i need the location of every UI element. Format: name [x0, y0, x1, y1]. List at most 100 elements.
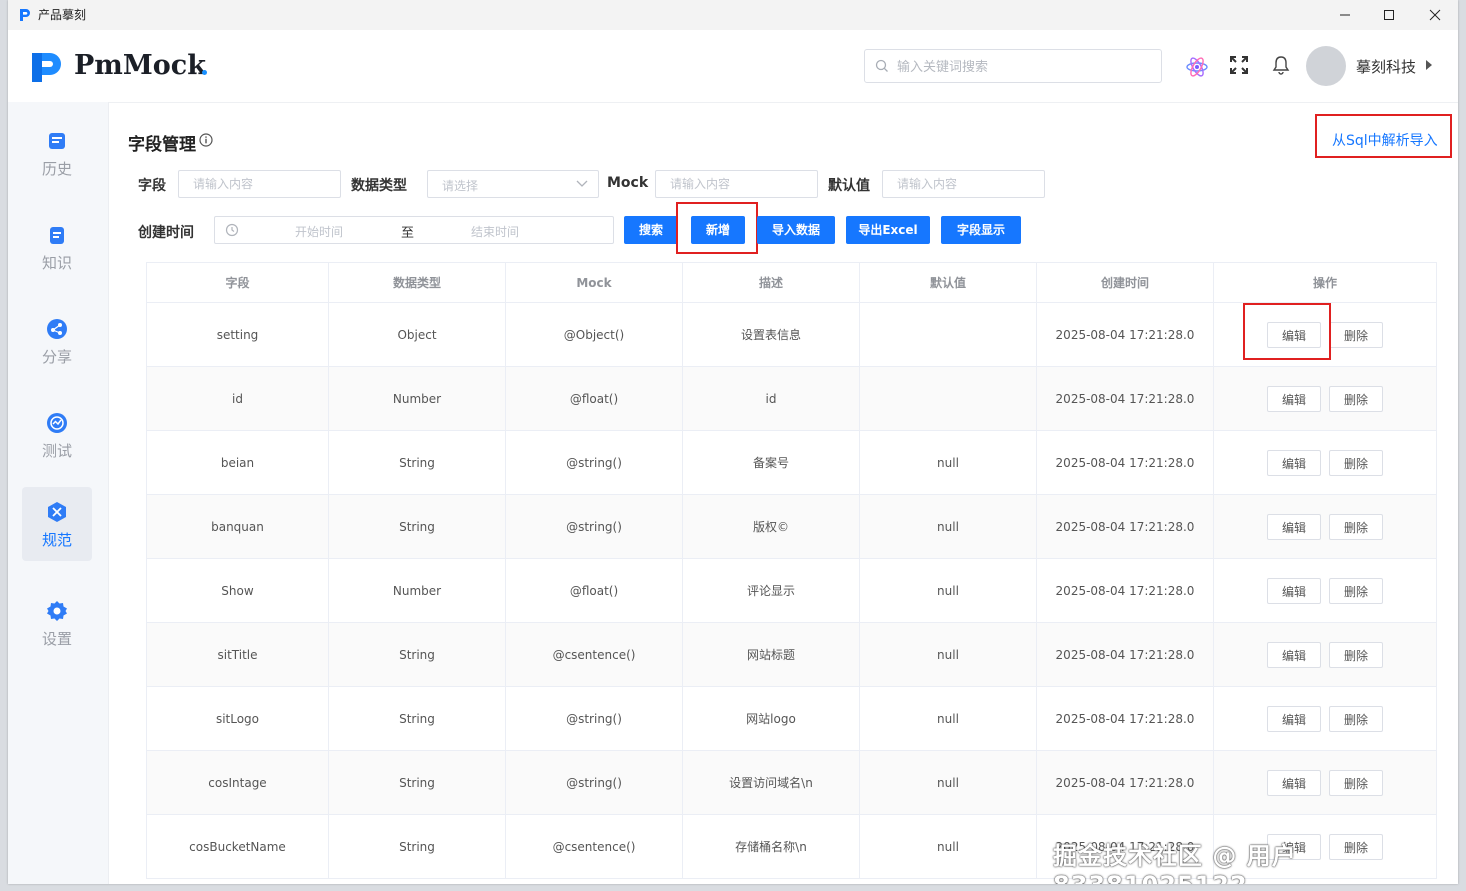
cell-mock: @string()	[505, 430, 683, 495]
edit-button[interactable]: 编辑	[1267, 769, 1321, 796]
search-button[interactable]: 搜索	[624, 216, 678, 244]
brand-logo-icon	[32, 53, 61, 82]
search-input[interactable]	[895, 50, 1159, 84]
cell-mock: @csentence()	[505, 814, 683, 879]
table-row: id Number @float() id 2025-08-04 17:21:28.0 编…	[146, 366, 1437, 431]
maximize-icon	[1384, 10, 1394, 20]
default-filter-input[interactable]	[882, 170, 1045, 198]
edit-button[interactable]: 编辑	[1267, 449, 1321, 476]
fullscreen-icon[interactable]	[1229, 55, 1249, 75]
edit-button[interactable]: 编辑	[1267, 321, 1321, 348]
sidebar-item-spec[interactable]: 规范	[22, 487, 92, 561]
cell-created: 2025-08-04 17:21:28.0	[1036, 622, 1214, 687]
delete-button[interactable]: 删除	[1329, 449, 1383, 476]
edit-button[interactable]: 编辑	[1267, 833, 1321, 860]
cell-type: String	[328, 494, 506, 559]
global-search[interactable]	[864, 49, 1162, 84]
cell-actions: 编辑 删除	[1213, 622, 1437, 687]
edit-button[interactable]: 编辑	[1267, 577, 1321, 604]
minimize-button[interactable]	[1322, 0, 1368, 30]
close-button[interactable]	[1412, 0, 1458, 30]
delete-button[interactable]: 删除	[1329, 641, 1383, 668]
cell-actions: 编辑 删除	[1213, 302, 1437, 367]
delete-button[interactable]: 删除	[1329, 321, 1383, 348]
mock-filter-input[interactable]	[655, 170, 818, 198]
sidebar-item-knowledge[interactable]: 知识	[22, 210, 92, 284]
history-icon	[49, 133, 65, 149]
edit-button[interactable]: 编辑	[1267, 513, 1321, 540]
delete-button[interactable]: 删除	[1329, 513, 1383, 540]
import-data-button[interactable]: 导入数据	[757, 216, 835, 244]
cell-actions: 编辑 删除	[1213, 494, 1437, 559]
cell-actions: 编辑 删除	[1213, 814, 1437, 879]
import-from-sql-link[interactable]: 从Sql中解析导入	[1332, 130, 1438, 150]
cell-default: null	[859, 814, 1037, 879]
cell-mock: @string()	[505, 494, 683, 559]
edit-button[interactable]: 编辑	[1267, 641, 1321, 668]
app-window: 产品摹刻 PmMock 输入关键词搜索 摹刻科技 历史 知识 分享 测试 规范 …	[8, 0, 1458, 884]
delete-button[interactable]: 删除	[1329, 577, 1383, 604]
column-header-field: 字段	[146, 262, 329, 303]
maximize-button[interactable]	[1366, 0, 1412, 30]
field-filter-input[interactable]	[178, 170, 341, 198]
sidebar-item-test[interactable]: 测试	[22, 398, 92, 472]
knowledge-icon	[50, 227, 64, 244]
share-icon	[47, 319, 67, 339]
type-filter-select[interactable]: 请选择	[427, 170, 599, 198]
table-header-row: 字段 数据类型 Mock 描述 默认值 创建时间 操作	[146, 262, 1437, 303]
sidebar-item-label: 知识	[41, 254, 72, 272]
caret-right-icon[interactable]	[1426, 60, 1432, 70]
chevron-down-icon	[576, 180, 588, 187]
cell-default: null	[859, 750, 1037, 815]
cell-field: sitLogo	[146, 686, 329, 751]
column-header-default: 默认值	[859, 262, 1037, 303]
app-logo-icon	[20, 9, 30, 21]
cell-mock: @string()	[505, 750, 683, 815]
cell-mock: @Object()	[505, 302, 683, 367]
end-date-input[interactable]: 结束时间	[471, 223, 519, 240]
edit-button[interactable]: 编辑	[1267, 705, 1321, 732]
cell-default	[859, 366, 1037, 431]
start-date-input[interactable]: 开始时间	[295, 223, 343, 240]
table-row: sitTitle String @csentence() 网站标题 null 2025-0…	[146, 622, 1437, 687]
created-date-range[interactable]: 开始时间 至 结束时间	[214, 216, 614, 244]
sidebar-item-label: 规范	[41, 531, 72, 549]
delete-button[interactable]: 删除	[1329, 833, 1383, 860]
atom-icon[interactable]	[1185, 55, 1209, 79]
sidebar-item-settings[interactable]: 设置	[22, 586, 92, 660]
page-title: 字段管理	[128, 135, 196, 155]
cell-mock: @string()	[505, 686, 683, 751]
avatar[interactable]	[1306, 46, 1346, 86]
brand-dot	[202, 70, 207, 75]
column-header-type: 数据类型	[328, 262, 506, 303]
table-row: setting Object @Object() 设置表信息 2025-08-04 17…	[146, 302, 1437, 367]
cell-desc: id	[682, 366, 860, 431]
field-display-button[interactable]: 字段显示	[941, 216, 1021, 244]
user-name[interactable]: 摹刻科技	[1356, 56, 1416, 77]
created-filter-label: 创建时间	[138, 225, 194, 241]
app-header: PmMock 摹刻科技	[8, 30, 1458, 103]
cell-desc: 版权©	[682, 494, 860, 559]
cell-created: 2025-08-04 17:21:28.0	[1036, 494, 1214, 559]
sidebar-item-history[interactable]: 历史	[22, 116, 92, 190]
bell-icon[interactable]	[1272, 55, 1290, 75]
add-button[interactable]: 新增	[691, 216, 745, 244]
search-icon	[875, 59, 888, 72]
cell-mock: @float()	[505, 558, 683, 623]
cell-type: String	[328, 750, 506, 815]
cell-default: null	[859, 430, 1037, 495]
cell-created: 2025-08-04 17:21:28.0	[1036, 430, 1214, 495]
delete-button[interactable]: 删除	[1329, 705, 1383, 732]
cell-field: sitTitle	[146, 622, 329, 687]
cell-created: 2025-08-04 17:21:28.0	[1036, 750, 1214, 815]
cell-desc: 备案号	[682, 430, 860, 495]
delete-button[interactable]: 删除	[1329, 769, 1383, 796]
edit-button[interactable]: 编辑	[1267, 385, 1321, 412]
export-excel-button[interactable]: 导出Excel	[846, 216, 930, 244]
column-header-created: 创建时间	[1036, 262, 1214, 303]
cell-default	[859, 302, 1037, 367]
cell-mock: @float()	[505, 366, 683, 431]
info-icon[interactable]	[199, 133, 213, 147]
delete-button[interactable]: 删除	[1329, 385, 1383, 412]
sidebar-item-share[interactable]: 分享	[22, 304, 92, 378]
